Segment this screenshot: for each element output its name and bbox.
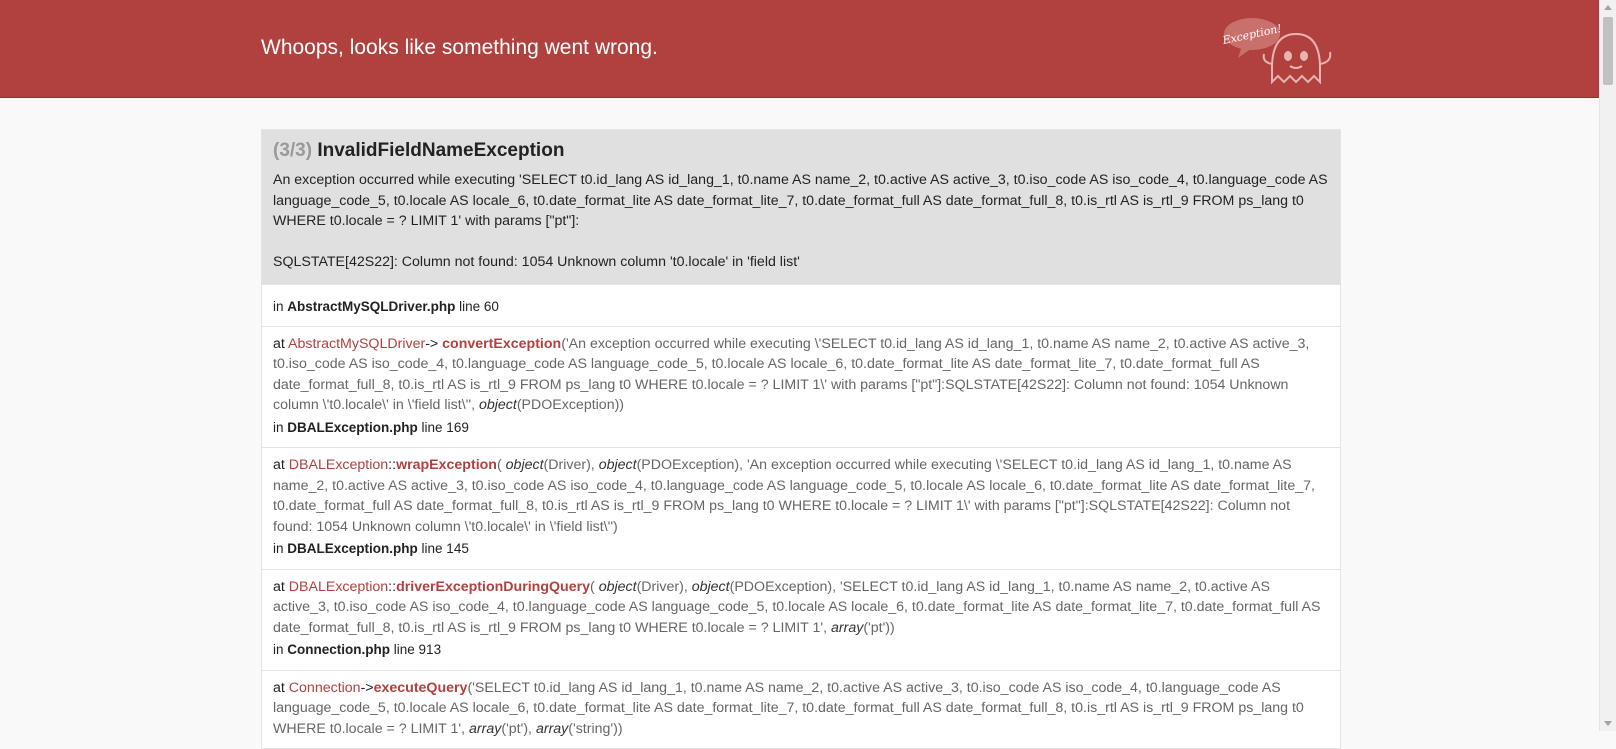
trace-line: line 169 — [421, 419, 469, 435]
exception-message: An exception occurred while executing 'S… — [273, 170, 1329, 272]
trace-function[interactable]: convertException — [442, 336, 561, 352]
trace-call: at DBALException::wrapException( object(… — [273, 457, 1315, 535]
trace-class[interactable]: DBALException — [289, 457, 388, 473]
trace-file: Connection.php — [287, 642, 391, 657]
trace-location: in DBALException.php line 145 — [273, 541, 469, 556]
trace-function[interactable]: executeQuery — [374, 680, 468, 696]
exception-class-name: InvalidFieldNameException — [317, 140, 565, 161]
trace-function[interactable]: driverExceptionDuringQuery — [396, 579, 590, 595]
trace-call: at DBALException::driverExceptionDuringQ… — [273, 578, 1321, 636]
vertical-scrollbar[interactable] — [1599, 0, 1616, 731]
error-header: Whoops, looks like something went wrong.… — [0, 0, 1600, 98]
trace-location: in AbstractMySQLDriver.php line 60 — [273, 299, 499, 314]
page-title: Whoops, looks like something went wrong. — [261, 36, 658, 59]
trace-line: line 913 — [393, 642, 442, 657]
exception-message-sqlstate: SQLSTATE[42S22]: Column not found: 1054 … — [273, 253, 800, 270]
trace-function[interactable]: wrapException — [396, 457, 497, 473]
exception-container: (3/3) InvalidFieldNameException An excep… — [261, 129, 1341, 749]
trace-item: at Connection->executeQuery('SELECT t0.i… — [262, 669, 1340, 749]
exception-message-query: An exception occurred while executing 'S… — [273, 172, 1328, 229]
trace-file: AbstractMySQLDriver.php — [287, 299, 456, 314]
trace-line: line 60 — [459, 299, 499, 314]
trace-item-origin: in AbstractMySQLDriver.php line 60 — [262, 284, 1340, 326]
trace-file: DBALException.php — [287, 541, 418, 556]
exception-count: (3/3) — [273, 140, 313, 161]
ghost-exception-icon: Exception! — [1220, 18, 1332, 85]
trace-class[interactable]: AbstractMySQLDriver — [288, 336, 425, 352]
scroll-down-arrow-icon[interactable] — [1604, 721, 1612, 726]
trace-item: at DBALException::wrapException( object(… — [262, 447, 1340, 569]
trace-class[interactable]: DBALException — [289, 579, 388, 595]
trace-call: at AbstractMySQLDriver-> convertExceptio… — [273, 335, 1310, 414]
trace-class[interactable]: Connection — [289, 680, 361, 696]
trace-line: line 145 — [421, 541, 469, 556]
trace-file: DBALException.php — [287, 419, 418, 435]
scrollbar-thumb[interactable] — [1603, 17, 1613, 85]
trace-item: at AbstractMySQLDriver-> convertExceptio… — [262, 325, 1340, 448]
trace-location: in DBALException.php line 169 — [273, 419, 469, 435]
exception-title: (3/3) InvalidFieldNameException — [273, 140, 1329, 162]
exception-header: (3/3) InvalidFieldNameException An excep… — [262, 130, 1340, 284]
trace-call: at Connection->executeQuery('SELECT t0.i… — [273, 679, 1304, 737]
scroll-up-arrow-icon[interactable] — [1604, 5, 1612, 10]
trace-item: at DBALException::driverExceptionDuringQ… — [262, 568, 1340, 670]
trace-location: in Connection.php line 913 — [273, 642, 442, 657]
